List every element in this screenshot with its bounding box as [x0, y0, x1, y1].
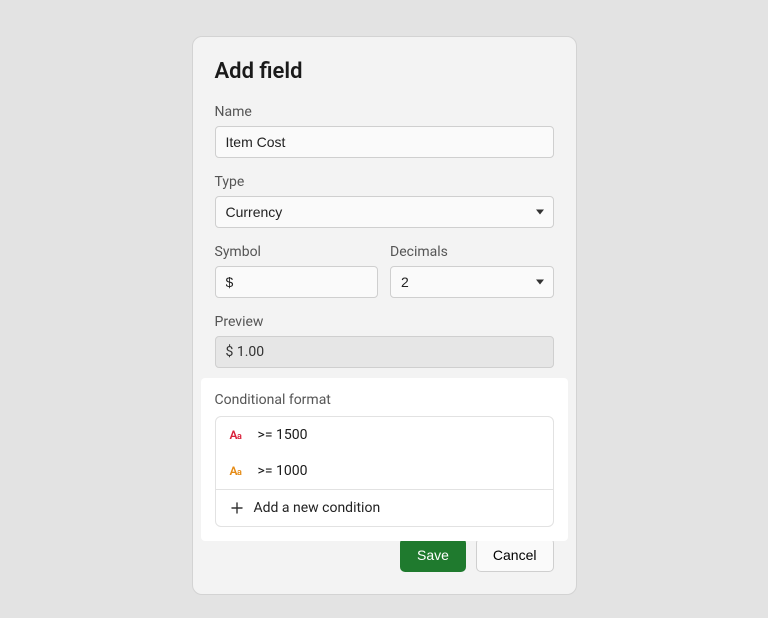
text-color-icon: Aa — [230, 428, 248, 442]
decimals-select[interactable] — [390, 266, 554, 298]
cancel-button[interactable]: Cancel — [476, 538, 554, 572]
type-select[interactable] — [215, 196, 554, 228]
type-label: Type — [215, 174, 554, 190]
symbol-label: Symbol — [215, 244, 379, 260]
symbol-decimals-row: Symbol Decimals — [215, 244, 554, 298]
symbol-input[interactable] — [215, 266, 379, 298]
text-color-icon: Aa — [230, 464, 248, 478]
conditional-rule-text: >= 1500 — [258, 427, 308, 443]
decimals-label: Decimals — [390, 244, 554, 260]
name-label: Name — [215, 104, 554, 120]
name-input[interactable] — [215, 126, 554, 158]
preview-field-group: Preview $ 1.00 — [215, 314, 554, 368]
symbol-field-group: Symbol — [215, 244, 379, 298]
conditional-rules-list: Aa >= 1500 Aa >= 1000 Add a new conditio… — [215, 416, 554, 527]
add-condition-label: Add a new condition — [254, 500, 381, 516]
preview-value: $ 1.00 — [215, 336, 554, 368]
dialog-footer: Save Cancel — [215, 538, 554, 572]
type-field-group: Type — [215, 174, 554, 228]
plus-icon — [230, 501, 244, 515]
save-button[interactable]: Save — [400, 538, 466, 572]
conditional-format-panel: Conditional format Aa >= 1500 Aa >= 1000… — [201, 378, 568, 541]
conditional-rule[interactable]: Aa >= 1000 — [216, 453, 553, 489]
conditional-rule-text: >= 1000 — [258, 463, 308, 479]
add-field-dialog: Add field Name Type Symbol Decimals Prev… — [192, 36, 577, 595]
decimals-field-group: Decimals — [390, 244, 554, 298]
add-condition-button[interactable]: Add a new condition — [216, 490, 553, 526]
conditional-format-label: Conditional format — [215, 392, 554, 408]
dialog-title: Add field — [215, 59, 554, 84]
preview-label: Preview — [215, 314, 554, 330]
name-field-group: Name — [215, 104, 554, 158]
conditional-rule[interactable]: Aa >= 1500 — [216, 417, 553, 453]
